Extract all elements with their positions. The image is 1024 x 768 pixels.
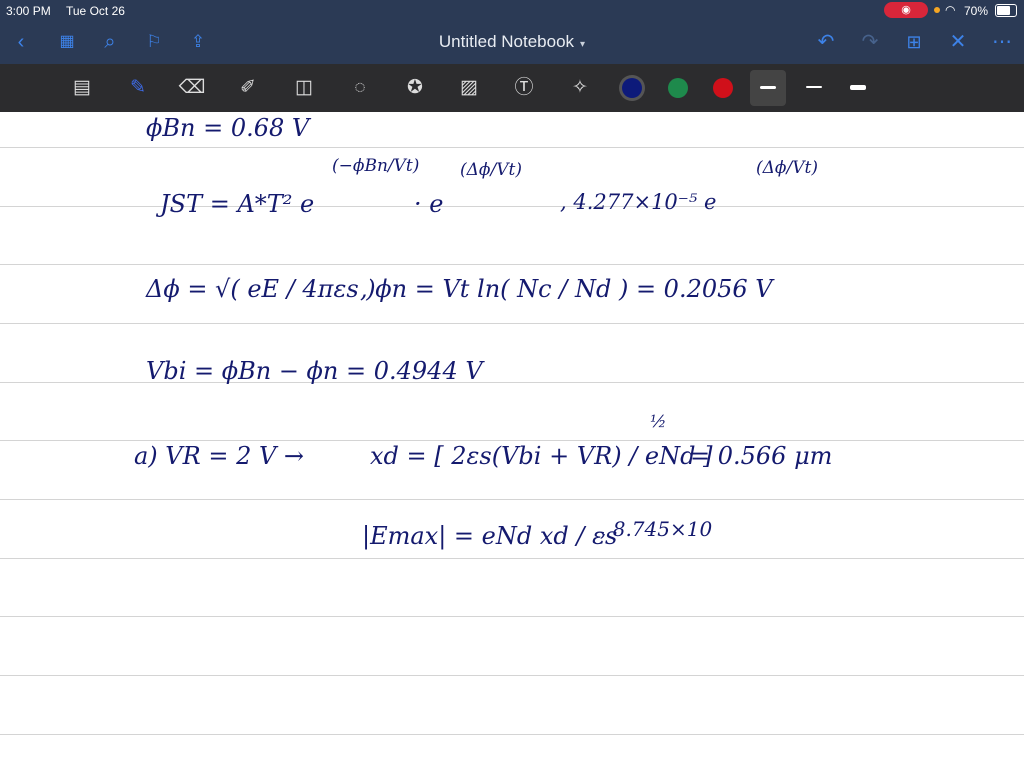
stroke-thin-mark <box>760 86 776 89</box>
color-navy-selected[interactable] <box>622 78 642 98</box>
stroke-thick[interactable] <box>850 85 866 90</box>
undo-icon[interactable]: ↶ <box>813 30 839 54</box>
pen-icon[interactable]: ✎ <box>124 76 152 100</box>
mic-indicator-icon <box>934 7 940 13</box>
note-jst-exp1: (−ϕBn/Vt) <box>332 156 420 176</box>
note-xd-exp: ½ <box>650 412 667 432</box>
page-view-icon[interactable]: ▤ <box>68 76 96 100</box>
status-bar: 3:00 PM Tue Oct 26 ◉ ◠ 70% <box>0 0 1024 22</box>
text-icon[interactable]: Ⓣ <box>510 76 538 100</box>
stroke-medium[interactable] <box>806 86 822 88</box>
title-text: Untitled Notebook <box>438 32 575 51</box>
redo-icon[interactable]: ↷ <box>857 30 883 54</box>
image-icon[interactable]: ▨ <box>455 76 483 100</box>
color-green[interactable] <box>668 78 688 98</box>
more-icon[interactable]: ⋯ <box>989 30 1015 54</box>
tool-bar: ▤ ✎ ⌫ ✐ ◫ ◌ ✪ ▨ Ⓣ ✧ <box>0 64 1024 112</box>
ruled-line <box>0 499 1024 500</box>
chevron-down-icon: ▾ <box>580 39 586 50</box>
note-jst-dot: · e <box>414 190 444 218</box>
lasso-icon[interactable]: ◌ <box>346 76 374 100</box>
record-icon[interactable]: ◉ <box>884 2 928 18</box>
color-red[interactable] <box>713 78 733 98</box>
shapes-icon[interactable]: ◫ <box>290 76 318 100</box>
laser-pointer-icon[interactable]: ✧ <box>566 76 594 100</box>
notebook-page[interactable]: ϕBn = 0.68 V JST = A*T² e (−ϕBn/Vt) · e … <box>0 112 1024 768</box>
note-xd: xd = [ 2εs(Vbi + VR) / eNd ] <box>370 442 713 470</box>
ruled-line <box>0 323 1024 324</box>
note-jst-lhs: JST = A*T² e <box>160 190 315 218</box>
ruled-line <box>0 206 1024 207</box>
ruled-line <box>0 558 1024 559</box>
note-xd-result: = 0.566 μm <box>690 442 833 470</box>
note-jst-result: , 4.277×10⁻⁵ e <box>560 190 717 214</box>
elements-icon[interactable]: ✪ <box>401 76 429 100</box>
ruled-line <box>0 616 1024 617</box>
ruled-line <box>0 147 1024 148</box>
close-icon[interactable]: ✕ <box>945 30 971 54</box>
note-line-phibn: ϕBn = 0.68 V <box>146 114 310 142</box>
note-part-a: a) VR = 2 V → <box>134 442 305 470</box>
status-date: Tue Oct 26 <box>66 4 125 18</box>
note-delta-phi: Δϕ = √( eE / 4πεs ) <box>146 275 376 303</box>
battery-icon <box>995 4 1017 17</box>
note-phin: , ϕn = Vt ln( Nc / Nd ) = 0.2056 V <box>360 275 773 303</box>
highlighter-icon[interactable]: ✐ <box>234 76 262 100</box>
ruled-line <box>0 734 1024 735</box>
battery-percent: 70% <box>964 4 989 18</box>
note-emax-result: , 8.745×10 <box>600 517 713 541</box>
note-emax: |Emax| = eNd xd / εs <box>362 522 618 550</box>
add-page-icon[interactable]: ⊞ <box>901 30 927 54</box>
nav-bar: ‹ ▦ ⌕ ⚐ ⇪ Untitled Notebook ▾ ↶ ↷ ⊞ ✕ ⋯ <box>0 22 1024 64</box>
ruled-line <box>0 264 1024 265</box>
note-jst-exp3: (Δϕ/Vt) <box>756 158 818 178</box>
wifi-icon: ◠ <box>945 3 956 17</box>
status-time: 3:00 PM <box>6 4 51 18</box>
ruled-line <box>0 675 1024 676</box>
eraser-icon[interactable]: ⌫ <box>178 76 206 100</box>
note-vbi: Vbi = ϕBn − ϕn = 0.4944 V <box>146 357 483 385</box>
ruled-line <box>0 440 1024 441</box>
note-jst-exp2: (Δϕ/Vt) <box>460 160 522 180</box>
